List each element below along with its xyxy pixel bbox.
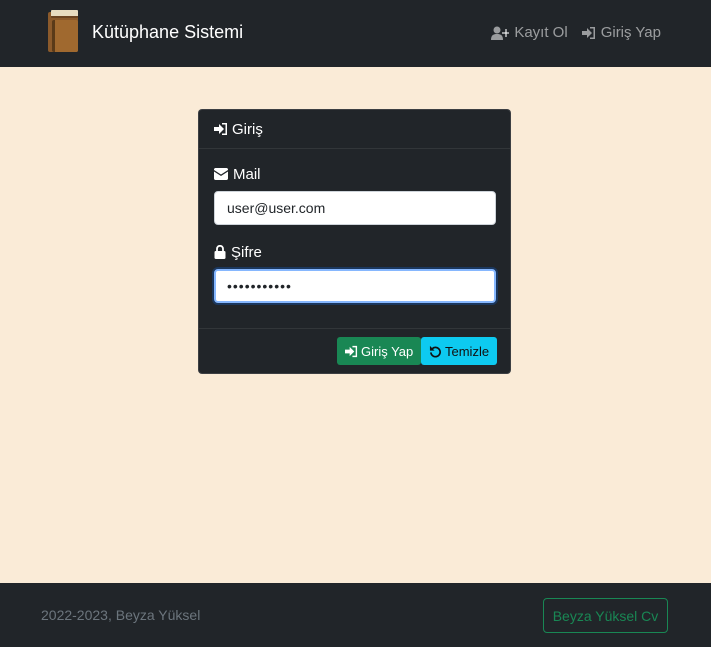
brand[interactable]: Kütüphane Sistemi (46, 10, 243, 54)
book-icon (46, 10, 80, 54)
clear-button[interactable]: Temizle (421, 337, 498, 365)
clear-button-label: Temizle (445, 343, 490, 359)
nav-links: Kayıt Ol Giriş Yap (477, 24, 661, 41)
login-card: Giriş Mail Şifre Giriş Yap (198, 109, 511, 374)
register-label: Kayıt Ol (514, 24, 568, 41)
sign-in-icon (345, 345, 358, 357)
card-body: Mail Şifre (199, 149, 510, 303)
login-button[interactable]: Giriş Yap (337, 337, 422, 365)
login-label: Giriş Yap (600, 24, 661, 41)
sign-in-icon (581, 26, 595, 39)
envelope-icon (214, 168, 228, 180)
navbar: Kütüphane Sistemi Kayıt Ol Giriş Yap (0, 0, 711, 67)
cv-button[interactable]: Beyza Yüksel Cv (543, 598, 668, 633)
login-link[interactable]: Giriş Yap (581, 24, 661, 41)
card-footer: Giriş Yap Temizle (199, 328, 510, 373)
login-button-label: Giriş Yap (361, 343, 414, 359)
password-label: Şifre (214, 243, 495, 261)
undo-icon (429, 345, 441, 358)
footer: 2022-2023, Beyza Yüksel Beyza Yüksel Cv (0, 583, 711, 647)
card-header: Giriş (199, 110, 510, 149)
sign-in-icon (214, 123, 227, 135)
user-plus-icon (491, 26, 510, 40)
password-input[interactable] (214, 269, 496, 303)
mail-label: Mail (214, 165, 495, 183)
copyright-text: 2022-2023, Beyza Yüksel (41, 607, 201, 623)
card-title: Giriş (232, 120, 263, 138)
register-link[interactable]: Kayıt Ol (491, 24, 568, 41)
password-label-text: Şifre (231, 243, 262, 261)
mail-input[interactable] (214, 191, 496, 225)
mail-label-text: Mail (233, 165, 261, 183)
lock-icon (214, 245, 226, 259)
app-title: Kütüphane Sistemi (92, 22, 244, 42)
